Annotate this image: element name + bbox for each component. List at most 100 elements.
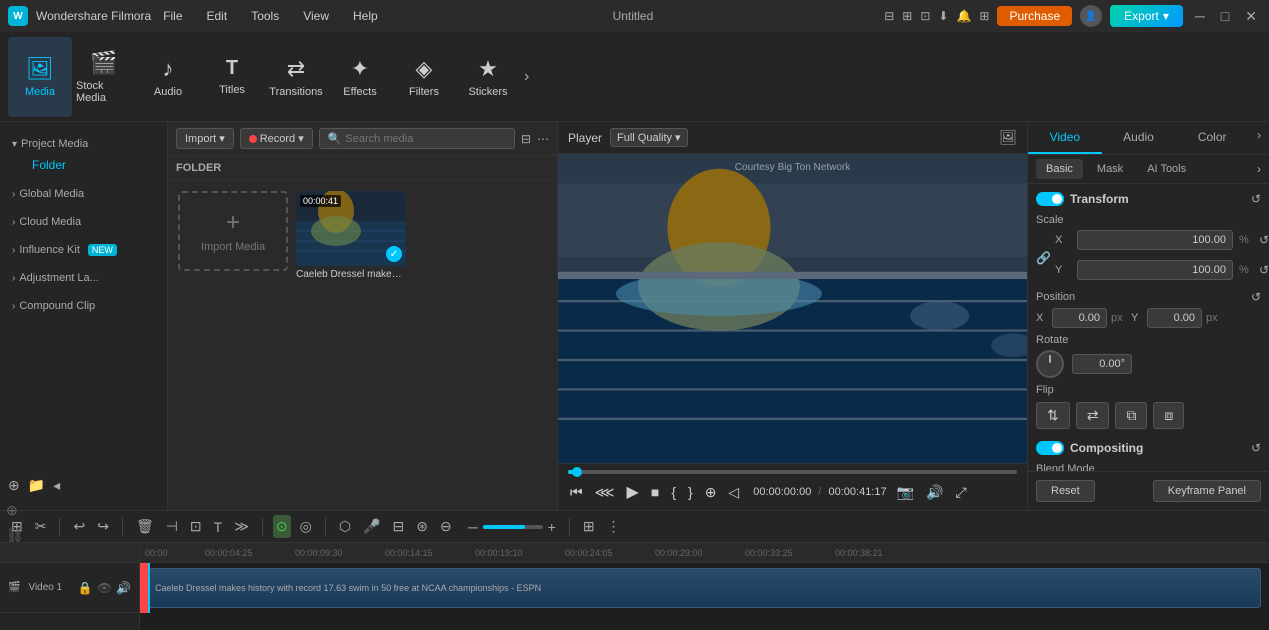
import-media-placeholder[interactable]: + Import Media xyxy=(178,191,288,271)
timeline-more-icon[interactable]: ≫ xyxy=(231,515,252,538)
timeline-undo-icon[interactable]: ↩ xyxy=(70,515,88,538)
timeline-split-icon[interactable]: ⊣ xyxy=(163,515,181,538)
user-avatar[interactable]: 👤 xyxy=(1080,5,1102,27)
track-audio-icon[interactable]: 🔊 xyxy=(116,581,131,595)
reset-button[interactable]: Reset xyxy=(1036,480,1095,502)
timeline-snap-icon[interactable]: ◎ xyxy=(297,515,315,538)
tool-audio[interactable]: ♪ Audio xyxy=(136,37,200,117)
menu-file[interactable]: File xyxy=(159,7,186,25)
timeline-ripple-icon[interactable]: ⊙ xyxy=(273,515,291,538)
sidebar-item-project-media[interactable]: ▾ Project Media xyxy=(8,134,159,154)
sidebar-folder[interactable]: Folder xyxy=(20,154,159,176)
timeline-delete-icon[interactable]: 🗑 xyxy=(133,515,157,538)
transform-reset-icon[interactable]: ↺ xyxy=(1251,192,1261,206)
position-y-input[interactable] xyxy=(1147,308,1202,328)
transform-toggle[interactable] xyxy=(1036,192,1064,206)
rotate-dial[interactable] xyxy=(1036,350,1064,378)
add-video-track-icon[interactable]: ⊕ xyxy=(4,500,26,521)
fullscreen-icon[interactable]: ⊞ xyxy=(902,9,912,23)
track-eye-icon[interactable]: 👁 xyxy=(97,581,112,595)
flip-horizontal-button[interactable]: ⇄ xyxy=(1076,402,1110,429)
timeline-subtitle-icon[interactable]: ⊟ xyxy=(390,515,408,538)
tab-color[interactable]: Color xyxy=(1175,122,1249,154)
media-item-caeleb[interactable]: 00:00:41 ✓ Caeleb Dressel makes ... xyxy=(296,191,406,500)
timeline-cut-icon[interactable]: ✂ xyxy=(32,515,50,538)
sidebar-collapse-icon[interactable]: ◂ xyxy=(53,477,60,494)
compositing-reset-icon[interactable]: ↺ xyxy=(1251,441,1261,455)
menu-help[interactable]: Help xyxy=(349,7,382,25)
timeline-record-icon[interactable]: 🎤 xyxy=(360,515,383,538)
menu-view[interactable]: View xyxy=(299,7,333,25)
download-icon[interactable]: ⬇ xyxy=(938,9,948,23)
sub-tabs-expand-icon[interactable]: › xyxy=(1257,162,1261,176)
frame-back-icon[interactable]: ⋘ xyxy=(593,482,617,503)
track-clip-caeleb[interactable]: Caeleb Dressel makes history with record… xyxy=(148,568,1261,608)
record-button[interactable]: Record ▾ xyxy=(240,128,313,149)
flip-copy-button[interactable]: ⧉ xyxy=(1115,402,1147,429)
notification-icon[interactable]: 🔔 xyxy=(956,9,971,23)
grid-icon[interactable]: ⊞ xyxy=(979,9,989,23)
timeline-scrubber[interactable] xyxy=(568,470,1017,474)
tool-titles[interactable]: T Titles xyxy=(200,37,264,117)
tool-media[interactable]: 🖼 Media xyxy=(8,37,72,117)
window-minimize[interactable]: ─ xyxy=(1191,6,1209,26)
subtab-ai-tools[interactable]: AI Tools xyxy=(1137,159,1196,179)
position-reset-icon[interactable]: ↺ xyxy=(1251,290,1261,304)
sidebar-item-influence-kit[interactable]: › Influence Kit NEW xyxy=(8,240,159,260)
sidebar-item-global-media[interactable]: › Global Media xyxy=(8,184,159,204)
timeline-marker-icon[interactable]: ⬡ xyxy=(336,515,354,538)
sidebar-add-folder-icon[interactable]: ⊕ xyxy=(8,477,20,494)
sidebar-folder-icon[interactable]: 📁 xyxy=(28,477,45,494)
export-button[interactable]: Export ▾ xyxy=(1110,5,1183,27)
menu-tools[interactable]: Tools xyxy=(247,7,283,25)
more-options-icon[interactable]: ⋯ xyxy=(537,132,549,146)
sidebar-item-compound-clip[interactable]: › Compound Clip xyxy=(8,296,159,316)
play-button[interactable]: ▶ xyxy=(625,480,641,504)
subtab-basic[interactable]: Basic xyxy=(1036,159,1083,179)
timeline-ai-icon[interactable]: ⊛ xyxy=(413,515,431,538)
scrubber-handle[interactable] xyxy=(572,467,582,477)
properties-expand-icon[interactable]: › xyxy=(1249,122,1269,154)
import-button[interactable]: Import ▾ xyxy=(176,128,234,149)
tool-stock-media[interactable]: 🎬 Stock Media xyxy=(72,37,136,117)
tool-filters[interactable]: ◈ Filters xyxy=(392,37,456,117)
filter-icon[interactable]: ⊟ xyxy=(521,132,531,146)
mark-in-icon[interactable]: { xyxy=(669,482,678,502)
tab-video[interactable]: Video xyxy=(1028,122,1102,154)
quality-selector[interactable]: Full Quality ▾ xyxy=(610,128,688,147)
stop-button[interactable]: ■ xyxy=(649,482,661,502)
snapshot-ctrl-icon[interactable]: 📷 xyxy=(895,482,916,503)
tool-transitions[interactable]: ⇄ Transitions xyxy=(264,37,328,117)
search-box[interactable]: 🔍 xyxy=(319,128,515,149)
timeline-redo-icon[interactable]: ↪ xyxy=(94,515,112,538)
timeline-settings-icon[interactable]: ⋮ xyxy=(604,515,624,538)
window-close[interactable]: ✕ xyxy=(1241,6,1261,27)
flip-paste-button[interactable]: ⧈ xyxy=(1153,402,1184,429)
sidebar-item-adjustment-layers[interactable]: › Adjustment La... xyxy=(8,268,159,288)
flip-vertical-button[interactable]: ⇅ xyxy=(1036,402,1070,429)
scale-link-icon[interactable]: 🔗 xyxy=(1036,251,1051,265)
menu-edit[interactable]: Edit xyxy=(203,7,232,25)
timeline-vol-plus-icon[interactable]: + xyxy=(545,516,559,538)
timeline-text-icon[interactable]: T xyxy=(211,516,226,538)
prev-marker-icon[interactable]: ◁ xyxy=(726,482,741,503)
position-x-input[interactable] xyxy=(1052,308,1107,328)
tab-audio[interactable]: Audio xyxy=(1102,122,1176,154)
timeline-layout-icon[interactable]: ⊞ xyxy=(580,515,598,538)
minimize-icon[interactable]: ⊟ xyxy=(884,9,894,23)
subtab-mask[interactable]: Mask xyxy=(1087,159,1133,179)
screen-record-icon[interactable]: ⊡ xyxy=(920,9,930,23)
add-to-timeline-icon[interactable]: ⊕ xyxy=(703,482,719,503)
keyframe-panel-button[interactable]: Keyframe Panel xyxy=(1153,480,1261,502)
timeline-crop-icon[interactable]: ⊡ xyxy=(187,515,205,538)
mark-out-icon[interactable]: } xyxy=(686,482,695,502)
rotate-input[interactable] xyxy=(1072,354,1132,374)
volume-slider[interactable] xyxy=(483,525,543,529)
volume-icon[interactable]: 🔊 xyxy=(924,482,945,503)
window-maximize[interactable]: □ xyxy=(1217,6,1233,26)
tool-effects[interactable]: ✦ Effects xyxy=(328,37,392,117)
scale-y-reset-icon[interactable]: ↺ xyxy=(1259,263,1269,277)
compositing-toggle[interactable] xyxy=(1036,441,1064,455)
search-input[interactable] xyxy=(345,133,506,145)
scale-x-input[interactable] xyxy=(1077,230,1233,250)
